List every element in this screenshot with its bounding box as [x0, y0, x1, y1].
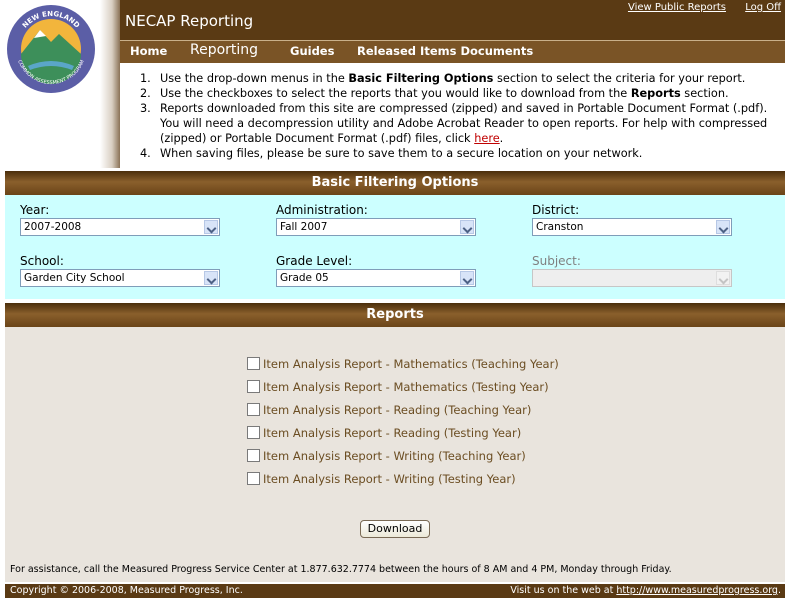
log-off-link[interactable]: Log Off	[745, 2, 781, 13]
instruction-item: 2. Use the checkboxes to select the repo…	[140, 87, 729, 101]
report-checkbox[interactable]	[247, 403, 260, 416]
header-links: View Public Reports Log Off	[612, 2, 781, 13]
reports-header: Reports	[5, 303, 785, 327]
school-label: School:	[20, 254, 64, 268]
instruction-item: 1. Use the drop-down menus in the Basic …	[140, 72, 746, 85]
administration-select[interactable]: Fall 2007	[276, 218, 476, 236]
year-field: Year: 2007-2008	[20, 203, 220, 236]
chevron-down-icon[interactable]	[716, 220, 730, 234]
main-nav: Home Reporting Guides Released Items Doc…	[120, 40, 785, 63]
administration-label: Administration:	[276, 203, 368, 217]
nav-reporting[interactable]: Reporting	[190, 42, 258, 58]
assistance-text: For assistance, call the Measured Progre…	[10, 564, 672, 575]
chevron-down-icon[interactable]	[460, 220, 474, 234]
reports-panel: Item Analysis Report - Mathematics (Teac…	[5, 327, 785, 582]
filtering-options-panel: Year: 2007-2008 Administration: Fall 200…	[5, 195, 785, 299]
chevron-down-icon[interactable]	[204, 271, 218, 285]
app-title: NECAP Reporting	[125, 12, 254, 30]
report-option[interactable]: Item Analysis Report - Reading (Teaching…	[247, 403, 531, 417]
download-button[interactable]: Download	[360, 520, 430, 538]
district-value: Cranston	[536, 221, 584, 233]
filtering-options-header: Basic Filtering Options	[5, 171, 785, 195]
report-option[interactable]: Item Analysis Report - Mathematics (Test…	[247, 380, 549, 394]
help-here-link[interactable]: here	[474, 132, 499, 145]
instruction-item: 4. When saving files, please be sure to …	[140, 147, 643, 161]
logo-gradient-edge	[100, 0, 120, 168]
year-label: Year:	[20, 203, 50, 217]
subject-select	[532, 269, 732, 287]
report-label: Item Analysis Report - Mathematics (Teac…	[263, 357, 559, 371]
grade-level-label: Grade Level:	[276, 254, 353, 268]
necap-logo: NEW ENGLAND COMMON ASSESSMENT PROGRAM	[7, 5, 95, 93]
district-label: District:	[532, 203, 580, 217]
district-field: District: Cranston	[532, 203, 732, 236]
view-public-reports-link[interactable]: View Public Reports	[628, 2, 726, 13]
chevron-down-icon	[716, 271, 730, 285]
logo-area: NEW ENGLAND COMMON ASSESSMENT PROGRAM	[0, 0, 112, 168]
school-value: Garden City School	[24, 272, 125, 284]
district-select[interactable]: Cranston	[532, 218, 732, 236]
report-option[interactable]: Item Analysis Report - Reading (Testing …	[247, 426, 521, 440]
nav-released-items-documents[interactable]: Released Items Documents	[357, 44, 533, 58]
report-option[interactable]: Item Analysis Report - Mathematics (Teac…	[247, 357, 559, 371]
report-checkbox[interactable]	[247, 472, 260, 485]
report-label: Item Analysis Report - Mathematics (Test…	[263, 380, 549, 394]
year-value: 2007-2008	[24, 221, 82, 233]
report-checkbox[interactable]	[247, 380, 260, 393]
school-field: School: Garden City School	[20, 254, 220, 287]
grade-level-field: Grade Level: Grade 05	[276, 254, 476, 287]
report-label: Item Analysis Report - Reading (Testing …	[263, 426, 522, 440]
instructions: 1. Use the drop-down menus in the Basic …	[140, 71, 780, 162]
nav-home[interactable]: Home	[130, 44, 167, 58]
administration-value: Fall 2007	[280, 221, 328, 233]
administration-field: Administration: Fall 2007	[276, 203, 476, 236]
report-checkbox[interactable]	[247, 449, 260, 462]
grade-level-value: Grade 05	[280, 272, 329, 284]
report-option[interactable]: Item Analysis Report - Writing (Testing …	[247, 472, 516, 486]
nav-guides[interactable]: Guides	[290, 44, 334, 58]
report-checkbox[interactable]	[247, 357, 260, 370]
top-header: NECAP Reporting View Public Reports Log …	[120, 0, 785, 40]
year-select[interactable]: 2007-2008	[20, 218, 220, 236]
subject-label: Subject:	[532, 254, 581, 268]
footer: Copyright © 2006-2008, Measured Progress…	[5, 584, 785, 598]
report-label: Item Analysis Report - Reading (Teaching…	[263, 403, 532, 417]
footer-visit: Visit us on the web at http://www.measur…	[510, 585, 781, 596]
school-select[interactable]: Garden City School	[20, 269, 220, 287]
report-label: Item Analysis Report - Writing (Teaching…	[263, 449, 526, 463]
instruction-item: 3. Reports downloaded from this site are…	[140, 102, 768, 146]
subject-field: Subject:	[532, 254, 732, 287]
report-option[interactable]: Item Analysis Report - Writing (Teaching…	[247, 449, 526, 463]
report-checkbox[interactable]	[247, 426, 260, 439]
copyright-text: Copyright © 2006-2008, Measured Progress…	[10, 585, 243, 596]
report-label: Item Analysis Report - Writing (Testing …	[263, 472, 516, 486]
chevron-down-icon[interactable]	[460, 271, 474, 285]
chevron-down-icon[interactable]	[204, 220, 218, 234]
measured-progress-link[interactable]: http://www.measuredprogress.org	[616, 585, 778, 596]
grade-level-select[interactable]: Grade 05	[276, 269, 476, 287]
